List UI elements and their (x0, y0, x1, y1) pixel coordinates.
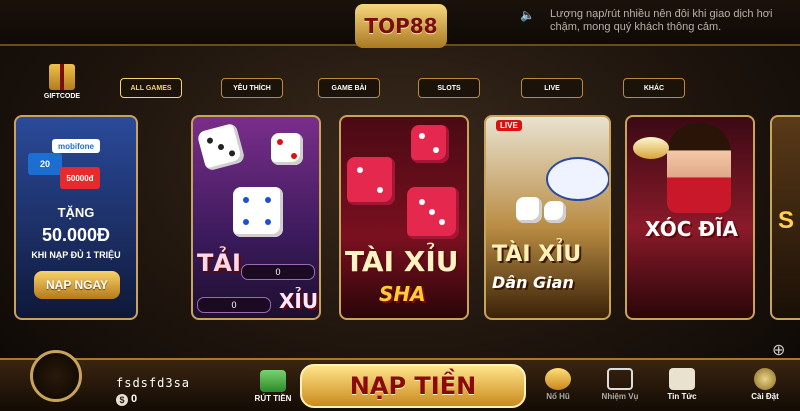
balance: 0 (131, 393, 138, 405)
promo-amount: 50.000Đ (41, 225, 111, 245)
promo-condition: KHI NẠP ĐỦ 1 TRIỆU (31, 250, 121, 260)
mobifone-logo: mobifone (52, 139, 100, 153)
phone-card-1: 20 (28, 153, 62, 175)
notice-text: Lượng nạp/rút nhiều nên đôi khi giao dịc… (550, 8, 773, 33)
game-card-xocdia[interactable]: XÓC ĐĨA (625, 115, 755, 320)
dice-icon (233, 187, 283, 237)
game-title: XÓC ĐĨA (645, 217, 739, 241)
news-label: Tin Tức (667, 392, 697, 401)
jackpot-label: Nổ Hũ (546, 392, 570, 401)
gear-icon (754, 368, 776, 390)
tai-label: TẢI (197, 249, 241, 277)
dice-icon (347, 157, 395, 205)
tab-slots[interactable]: SLOTS (418, 78, 480, 98)
dice-icon (196, 122, 246, 172)
phone-card-2: 50000đ (60, 167, 100, 189)
promo-image: 20 50000đ mobifone (16, 117, 136, 217)
tab-favorites[interactable]: YÊU THÍCH (221, 78, 283, 98)
settings-button[interactable]: Cài Đặt (740, 368, 790, 401)
tab-live[interactable]: LIVE (521, 78, 583, 98)
dice-icon (516, 197, 542, 223)
score-xiu: 0 (197, 297, 271, 313)
promo-line1: TẶNG (57, 205, 95, 220)
dice-icon (411, 125, 449, 163)
plate-icon (633, 137, 669, 159)
grid-icon (607, 368, 633, 390)
dealer-image (667, 123, 731, 213)
withdraw-button[interactable]: RÚT TIỀN (248, 370, 298, 403)
settings-label: Cài Đặt (751, 392, 779, 401)
username: fsdsfd3sa (116, 376, 191, 390)
deposit-label: NẠP TIỀN (349, 372, 477, 400)
news-button[interactable]: Tin Tức (660, 368, 704, 401)
live-badge: LIVE (496, 120, 522, 131)
speaker-icon: 🔈 (520, 8, 535, 22)
notice-marquee: 🔈 Lượng nạp/rút nhiều nên đôi khi giao d… (520, 6, 800, 38)
zoom-icon[interactable]: ⊕ (772, 340, 785, 360)
game-title: S (778, 207, 795, 234)
missions-label: Nhiệm Vụ (601, 392, 639, 401)
game-card-taixiu-sha[interactable]: TÀI XỈU SHA (339, 115, 469, 320)
envelope-icon (669, 368, 695, 390)
deposit-button[interactable]: NẠP TIỀN (300, 364, 526, 408)
xiu-label: XỈU (279, 289, 319, 313)
dice-icon (544, 201, 566, 223)
missions-button[interactable]: Nhiệm Vụ (598, 368, 642, 401)
atm-icon (260, 370, 286, 392)
avatar[interactable] (30, 350, 82, 402)
jackpot-button[interactable]: Nổ Hũ (536, 368, 580, 401)
game-card-taixiu-dangian[interactable]: LIVE TÀI XỈU Dân Gian (484, 115, 611, 320)
score-tai: 0 (241, 264, 315, 280)
tab-all-games[interactable]: ALL GAMES (120, 78, 182, 98)
game-subtitle: Dân Gian (492, 273, 574, 292)
bowl-icon (546, 157, 609, 201)
logo-text: TOP88 (364, 14, 438, 38)
slot-777-icon (545, 368, 571, 390)
promo-banner[interactable]: 20 50000đ mobifone TẶNG 50.000Đ KHI NẠP … (14, 115, 138, 320)
game-title: TÀI XỈU (345, 245, 459, 278)
category-tabs: ALL GAMES YÊU THÍCH GAME BÀI SLOTS LIVE … (0, 78, 800, 98)
game-card-partial[interactable]: S (770, 115, 800, 320)
game-card-taixiu[interactable]: TẢI 0 0 XỈU (191, 115, 321, 320)
tab-other[interactable]: KHÁC (623, 78, 685, 98)
deposit-now-button[interactable]: NẠP NGAY (34, 271, 120, 299)
coin-icon: $ (116, 394, 128, 406)
brand-logo[interactable]: TOP88 (355, 4, 447, 48)
dice-icon (407, 187, 459, 239)
tab-card-games[interactable]: GAME BÀI (318, 78, 380, 98)
game-subtitle: SHA (379, 282, 426, 306)
game-title: TÀI XỈU (492, 242, 582, 267)
withdraw-label: RÚT TIỀN (254, 394, 292, 403)
dice-icon (271, 133, 303, 165)
